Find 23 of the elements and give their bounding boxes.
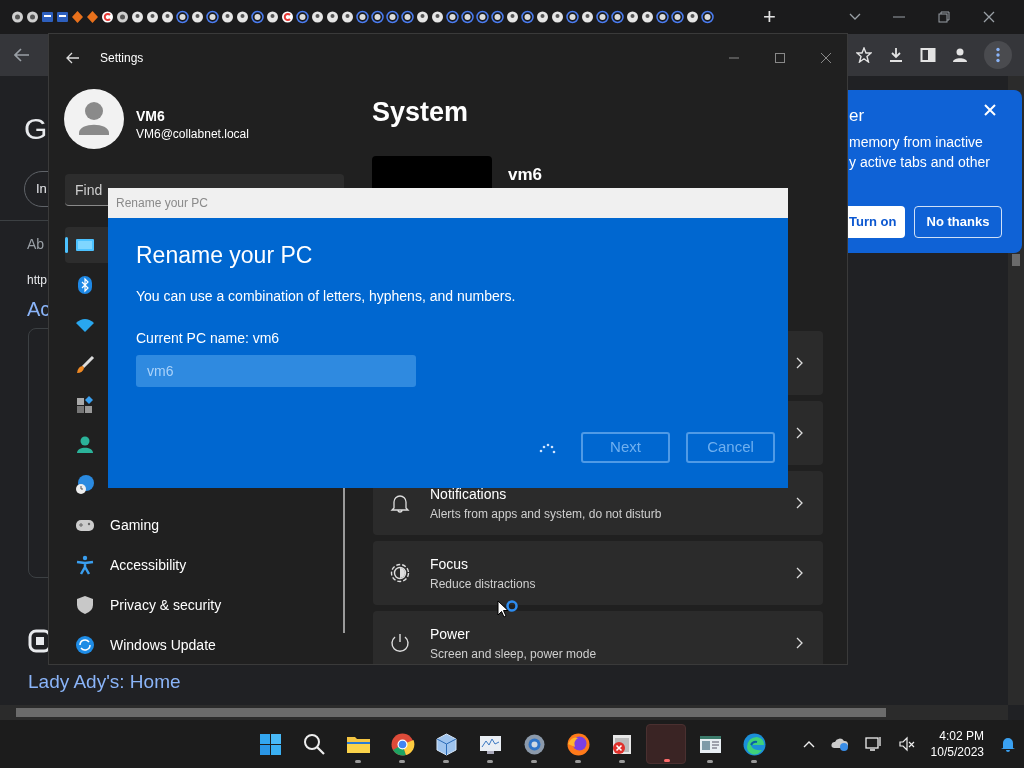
clock-date: 10/5/2023 [930, 744, 984, 760]
page-text: Ab [27, 235, 45, 254]
card-title: Notifications [430, 484, 508, 504]
result-url: http [27, 272, 47, 289]
dialog-window-title: Rename your PC [116, 195, 209, 212]
popup-title: er [849, 105, 865, 127]
clock-time: 4:02 PM [939, 728, 984, 744]
user-name: VM6 [136, 107, 165, 126]
card-subtitle: Alerts from apps and system, do not disturb [430, 505, 662, 523]
dialog-title: Rename your PC [136, 241, 314, 270]
page-heading: System [372, 96, 469, 129]
card-title: Focus [430, 554, 470, 574]
card-title: Power [430, 624, 471, 644]
user-email: VM6@collabnet.local [136, 126, 249, 143]
card-subtitle: Screen and sleep, power mode [430, 645, 597, 663]
window-title: Settings [100, 50, 144, 67]
popup-text: y active tabs and other [849, 153, 990, 172]
field-label: Current PC name: vm6 [136, 329, 281, 348]
dialog-description: You can use a combination of letters, hyphens, and numbers. [136, 287, 517, 306]
card-subtitle: Reduce distractions [430, 575, 536, 593]
popup-text: memory from inactive [849, 133, 983, 152]
page-logo-text: G [24, 111, 48, 147]
device-name: vm6 [508, 164, 543, 186]
